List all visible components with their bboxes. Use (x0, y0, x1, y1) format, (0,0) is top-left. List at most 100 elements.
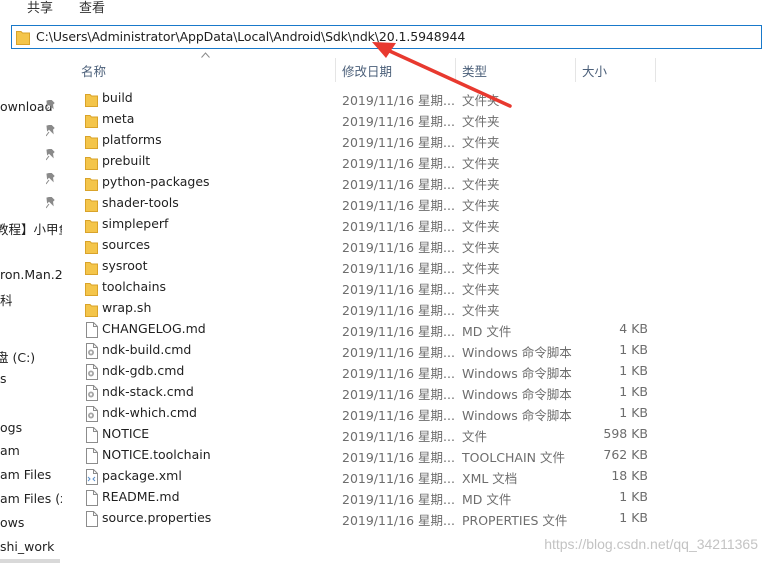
file-row[interactable]: sources 2019/11/16 星期... 文件夹 (78, 235, 658, 256)
file-type: 文件夹 (462, 261, 500, 276)
navigation-pane: ownload 教程】小甲鱼 ron.Man.20 科 盘 (C:) s ogs… (0, 50, 62, 563)
file-row[interactable]: CHANGELOG.md 2019/11/16 星期... MD 文件 4 KB (78, 319, 658, 340)
file-row[interactable]: ndk-build.cmd 2019/11/16 星期... Windows 命令脚… (78, 340, 658, 361)
file-row[interactable]: package.xml 2019/11/16 星期... XML 文档 18 KB (78, 466, 658, 487)
path-segment[interactable]: Local (237, 29, 269, 44)
path-segment[interactable]: Users (53, 29, 88, 44)
column-header-name[interactable]: 名称 (81, 61, 106, 80)
file-date: 2019/11/16 星期... (342, 114, 455, 129)
file-type: 文件夹 (462, 93, 500, 108)
file-row[interactable]: python-packages 2019/11/16 星期... 文件夹 (78, 172, 658, 193)
file-name: ndk-which.cmd (102, 405, 197, 420)
file-row[interactable]: prebuilt 2019/11/16 星期... 文件夹 (78, 151, 658, 172)
file-row[interactable]: ndk-gdb.cmd 2019/11/16 星期... Windows 命令脚本 1… (78, 361, 658, 382)
path-segment[interactable]: Sdk (325, 29, 348, 44)
nav-item-windows[interactable]: ows (0, 515, 24, 530)
file-date: 2019/11/16 星期... (342, 219, 455, 234)
nav-item-program-files[interactable]: am Files (0, 467, 51, 482)
file-date: 2019/11/16 星期... (342, 282, 455, 297)
folder-icon (85, 262, 98, 275)
file-type: Windows 命令脚本 (462, 366, 572, 381)
nav-item-download[interactable]: ownload (0, 99, 53, 114)
file-size: 1 KB (619, 342, 648, 357)
column-divider[interactable] (455, 58, 456, 82)
file-date: 2019/11/16 星期... (342, 156, 455, 171)
nav-item-tutorial[interactable]: 教程】小甲鱼 (0, 219, 62, 238)
nav-scrollbar[interactable] (0, 559, 60, 563)
folder-icon (85, 304, 98, 317)
file-icon (86, 448, 98, 464)
pin-icon (46, 173, 55, 185)
file-type: 文件夹 (462, 240, 500, 255)
file-name: shader-tools (102, 195, 179, 210)
file-name: simpleperf (102, 216, 169, 231)
file-name: CHANGELOG.md (102, 321, 206, 336)
file-row[interactable]: README.md 2019/11/16 星期... MD 文件 1 KB (78, 487, 658, 508)
file-icon (86, 511, 98, 527)
cmd-file-icon (86, 385, 98, 401)
nav-item-ogs[interactable]: ogs (0, 420, 22, 435)
path-segment[interactable]: C: (36, 29, 49, 44)
file-row[interactable]: wrap.sh 2019/11/16 星期... 文件夹 (78, 298, 658, 319)
file-name: toolchains (102, 279, 167, 294)
column-header-size[interactable]: 大小 (582, 61, 607, 80)
file-row[interactable]: NOTICE.toolchain 2019/11/16 星期... TOOLCHAI… (78, 445, 658, 466)
file-row[interactable]: ndk-stack.cmd 2019/11/16 星期... Windows 命令脚… (78, 382, 658, 403)
column-header-date[interactable]: 修改日期 (342, 61, 392, 80)
file-type: XML 文档 (462, 471, 518, 486)
file-date: 2019/11/16 星期... (342, 345, 455, 360)
nav-item-am[interactable]: am (0, 443, 20, 458)
column-divider[interactable] (335, 58, 336, 82)
file-row[interactable]: build 2019/11/16 星期... 文件夹 (78, 88, 658, 109)
path-segment[interactable]: Administrator (92, 29, 176, 44)
file-icon (86, 490, 98, 506)
file-name: ndk-gdb.cmd (102, 363, 185, 378)
address-path[interactable]: C:\Users\Administrator\AppData\Local\And… (36, 29, 465, 44)
path-segment[interactable]: AppData (180, 29, 234, 44)
ribbon-tab-share[interactable]: 共享 (27, 0, 53, 16)
file-name: build (102, 90, 133, 105)
nav-item-misc[interactable]: 科 (0, 290, 13, 309)
cmd-file-icon (86, 343, 98, 359)
file-row[interactable]: toolchains 2019/11/16 星期... 文件夹 (78, 277, 658, 298)
file-type: 文件夹 (462, 198, 500, 213)
address-bar[interactable]: C:\Users\Administrator\AppData\Local\And… (11, 25, 762, 49)
file-name: python-packages (102, 174, 210, 189)
nav-item-ironman[interactable]: ron.Man.20 (0, 267, 62, 282)
xml-file-icon (86, 469, 98, 485)
file-date: 2019/11/16 星期... (342, 303, 455, 318)
file-date: 2019/11/16 星期... (342, 387, 455, 402)
file-date: 2019/11/16 星期... (342, 240, 455, 255)
file-row[interactable]: simpleperf 2019/11/16 星期... 文件夹 (78, 214, 658, 235)
file-type: 文件夹 (462, 219, 500, 234)
file-name: sources (102, 237, 151, 252)
file-row[interactable]: source.properties 2019/11/16 星期... PROPERT… (78, 508, 658, 529)
ribbon-tab-view[interactable]: 查看 (79, 0, 105, 16)
path-segment[interactable]: Android (273, 29, 321, 44)
nav-item-shi-work[interactable]: shi_work (0, 539, 54, 554)
file-type: Windows 命令脚本 (462, 387, 572, 402)
file-date: 2019/11/16 星期... (342, 198, 455, 213)
pin-icon (46, 197, 55, 209)
file-row[interactable]: NOTICE 2019/11/16 星期... 文件 598 KB (78, 424, 658, 445)
file-name: package.xml (102, 468, 182, 483)
folder-icon (16, 31, 30, 45)
file-row[interactable]: ndk-which.cmd 2019/11/16 星期... Windows 命令脚… (78, 403, 658, 424)
sort-arrow-icon (201, 52, 210, 58)
file-row[interactable]: meta 2019/11/16 星期... 文件夹 (78, 109, 658, 130)
column-divider[interactable] (655, 58, 656, 82)
column-header-type[interactable]: 类型 (462, 61, 487, 80)
file-row[interactable]: platforms 2019/11/16 星期... 文件夹 (78, 130, 658, 151)
file-row[interactable]: shader-tools 2019/11/16 星期... 文件夹 (78, 193, 658, 214)
nav-item-program-files-x86[interactable]: am Files (x (0, 491, 62, 506)
path-segment[interactable]: ndk (352, 29, 375, 44)
column-divider[interactable] (575, 58, 576, 82)
file-row[interactable]: sysroot 2019/11/16 星期... 文件夹 (78, 256, 658, 277)
file-name: README.md (102, 489, 180, 504)
nav-item-drive-c[interactable]: 盘 (C:) (0, 347, 35, 366)
file-size: 1 KB (619, 363, 648, 378)
folder-icon (85, 136, 98, 149)
nav-item-s[interactable]: s (0, 371, 7, 386)
folder-icon (85, 241, 98, 254)
path-segment[interactable]: 20.1.5948944 (379, 29, 465, 44)
